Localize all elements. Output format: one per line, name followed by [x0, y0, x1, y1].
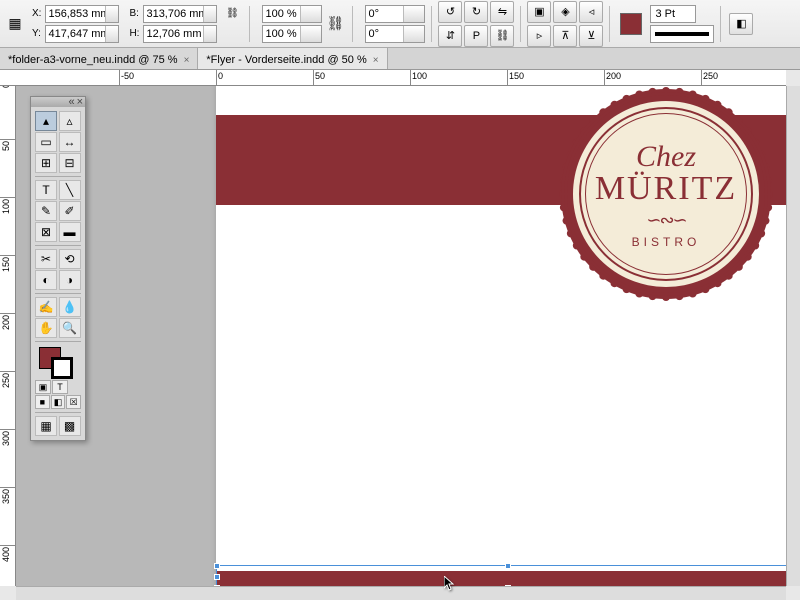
scale-x-input[interactable]: 100 % [262, 5, 322, 23]
p-icon[interactable]: P [464, 25, 488, 47]
y-input[interactable]: 417,647 mm [45, 25, 119, 43]
eyedropper-tool[interactable]: 💧 [59, 297, 81, 317]
rectangle-frame-tool[interactable]: ⊠ [35, 222, 57, 242]
content-placer-tool[interactable]: ⊟ [59, 153, 81, 173]
rectangle-tool[interactable]: ▬ [59, 222, 81, 242]
select-next-icon[interactable]: ▹ [527, 25, 551, 47]
note-tool[interactable]: ✍ [35, 297, 57, 317]
select-first-icon[interactable]: ⊼ [553, 25, 577, 47]
height-input[interactable]: 12,706 mm [143, 25, 217, 43]
chain-icon[interactable]: ⛓ [490, 25, 514, 47]
logo-badge[interactable]: Chez MÜRITZ ∽∾∽ BISTRO [561, 89, 771, 299]
close-icon[interactable]: × [184, 55, 190, 66]
vertical-ruler[interactable]: 050100150200250300350400 [0, 86, 16, 586]
w-label: B: [129, 8, 139, 19]
fill-stroke-proxy[interactable] [35, 345, 81, 379]
formatting-text-icon[interactable]: T [52, 380, 68, 394]
document-tab-bar: *folder-a3-vorne_neu.indd @ 75 % × *Flye… [0, 48, 800, 70]
content-collector-tool[interactable]: ⊞ [35, 153, 57, 173]
apply-color-icon[interactable]: ■ [35, 395, 50, 409]
select-last-icon[interactable]: ⊻ [579, 25, 603, 47]
formatting-container-icon[interactable]: ▣ [35, 380, 51, 394]
select-container-icon[interactable]: ▣ [527, 1, 551, 23]
horizontal-ruler[interactable]: -50050100150200250300 [0, 70, 786, 86]
shear-input[interactable]: 0° [365, 25, 425, 43]
rotate-cw-icon[interactable]: ↻ [464, 1, 488, 23]
constrain-wh-icon[interactable]: ⛓ [221, 8, 243, 19]
zoom-tool[interactable]: 🔍 [59, 318, 81, 338]
vertical-scrollbar[interactable] [786, 86, 800, 586]
select-prev-icon[interactable]: ◃ [579, 1, 603, 23]
logo-line2: MÜRITZ [595, 170, 737, 208]
rotate-input[interactable]: 0° [365, 5, 425, 23]
panel-header[interactable]: «× [31, 97, 85, 107]
stroke-style-select[interactable] [650, 25, 714, 43]
normal-view-icon[interactable]: ▦ [35, 416, 57, 436]
constrain-scale-icon[interactable]: ⛓ [324, 5, 346, 43]
tools-panel[interactable]: «× ▴ ▵ ▭ ↔ ⊞ ⊟ T ╲ ✎ ✐ ⊠ ▬ ✂ ⟲ ◐ ◑ ✍ 💧 ✋… [30, 96, 86, 441]
flourish-icon: ∽∾∽ [646, 210, 685, 231]
stroke-weight-input[interactable]: 3 Pt [650, 5, 696, 23]
document-tab[interactable]: *Flyer - Vorderseite.indd @ 50 % × [198, 48, 387, 69]
apply-none-icon[interactable]: ☒ [66, 395, 81, 409]
effects-icon[interactable]: ◧ [729, 13, 753, 35]
width-input[interactable]: 313,706 mm [143, 5, 217, 23]
tab-label: *Flyer - Vorderseite.indd @ 50 % [206, 54, 366, 66]
document-tab[interactable]: *folder-a3-vorne_neu.indd @ 75 % × [0, 48, 198, 69]
gap-tool[interactable]: ↔ [59, 132, 81, 152]
pencil-tool[interactable]: ✐ [59, 201, 81, 221]
direct-selection-tool[interactable]: ▵ [59, 111, 81, 131]
collapse-icon[interactable]: « [68, 96, 74, 108]
tab-label: *folder-a3-vorne_neu.indd @ 75 % [8, 54, 178, 66]
flip-h-icon[interactable]: ⇋ [490, 1, 514, 23]
page: Chez MÜRITZ ∽∾∽ BISTRO [216, 86, 786, 586]
type-tool[interactable]: T [35, 180, 57, 200]
x-label: X: [32, 8, 41, 19]
selection-frame[interactable] [216, 565, 786, 586]
scale-y-input[interactable]: 100 % [262, 25, 322, 43]
free-transform-tool[interactable]: ⟲ [59, 249, 81, 269]
logo-line1: Chez [636, 140, 696, 174]
reference-point-icon[interactable]: ▦ [4, 5, 26, 43]
h-label: H: [129, 28, 139, 39]
gradient-swatch-tool[interactable]: ◐ [35, 270, 57, 290]
stroke-proxy[interactable] [51, 357, 73, 379]
fill-color-swatch[interactable] [620, 13, 642, 35]
pen-tool[interactable]: ✎ [35, 201, 57, 221]
hand-tool[interactable]: ✋ [35, 318, 57, 338]
selection-tool[interactable]: ▴ [35, 111, 57, 131]
select-content-icon[interactable]: ◈ [553, 1, 577, 23]
close-icon[interactable]: × [373, 55, 379, 66]
preview-view-icon[interactable]: ▩ [59, 416, 81, 436]
canvas[interactable]: Chez MÜRITZ ∽∾∽ BISTRO [16, 86, 786, 586]
gradient-feather-tool[interactable]: ◑ [59, 270, 81, 290]
scissors-tool[interactable]: ✂ [35, 249, 57, 269]
rotate-ccw-icon[interactable]: ↺ [438, 1, 462, 23]
logo-line3: BISTRO [632, 235, 701, 249]
page-tool[interactable]: ▭ [35, 132, 57, 152]
horizontal-scrollbar[interactable] [16, 586, 786, 600]
apply-gradient-icon[interactable]: ◧ [51, 395, 66, 409]
close-icon[interactable]: × [77, 96, 83, 108]
flip-v-icon[interactable]: ⇵ [438, 25, 462, 47]
x-input[interactable]: 156,853 mm [45, 5, 119, 23]
control-bar: ▦ X: 156,853 mm Y: 417,647 mm B: 313,706… [0, 0, 800, 48]
line-tool[interactable]: ╲ [59, 180, 81, 200]
y-label: Y: [32, 28, 41, 39]
